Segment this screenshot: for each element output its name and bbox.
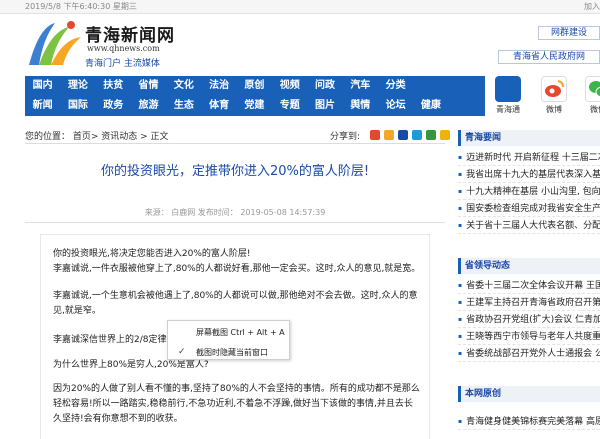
top-status-bar: 2019/5/8 下午6:40:30 星期三 加入 [0, 0, 600, 14]
nav-item[interactable]: 国际 [60, 96, 95, 116]
sidebar-heading-leaders[interactable]: 省领导动态 [458, 258, 600, 274]
app-wechat[interactable]: 微信 [580, 76, 600, 116]
nav-item[interactable]: 生态 [166, 96, 201, 116]
app-qinghaitong[interactable]: 青海通 [490, 76, 526, 116]
nav-item[interactable]: 健康 [413, 96, 448, 116]
hide-window-menu-item[interactable]: 截图时隐藏当前窗口 [196, 347, 268, 358]
wechat-icon [585, 76, 600, 102]
app-label: 青海通 [496, 105, 520, 114]
nav-item[interactable]: 原创 [237, 76, 272, 96]
nav-item[interactable]: 论坛 [378, 96, 413, 116]
nav-item[interactable]: 专题 [272, 96, 307, 116]
site-logo[interactable]: 青海新闻网 www.qhnews.com 青海门户 主流媒体 [25, 17, 215, 73]
breadcrumb-bar: 您的位置： 首页> 资讯动态 > 正文 分享到: [25, 126, 450, 144]
nav-row-2: 新闻 国际 政务 旅游 生态 体育 党建 专题 图片 舆情 论坛 健康 [25, 96, 485, 116]
site-url: www.qhnews.com [87, 44, 160, 53]
share-renren-icon[interactable] [398, 130, 408, 140]
sidebar-leader-item[interactable]: 省委十三届二次全体会议开幕 王国生 [458, 278, 600, 294]
divider [25, 222, 445, 223]
article-paragraph: 李嘉诚说,一件衣服被他穿上了,80%的人都说好看,那他一定会买。这时,众人的意见… [53, 264, 421, 274]
sidebar-heading-news[interactable]: 青海要闻 [458, 130, 600, 146]
breadcrumb[interactable]: 您的位置： 首页> 资讯动态 > 正文 [25, 129, 169, 142]
checkmark-icon: ✓ [178, 347, 186, 357]
date-text: 2019/5/8 下午6:40:30 星期三 [25, 2, 137, 11]
app-weibo[interactable]: 微博 [536, 76, 572, 116]
sidebar-news-item[interactable]: 我省出席十九大的基层代表深入基层 [458, 167, 600, 183]
share-weibo-icon[interactable] [370, 130, 380, 140]
nav-item[interactable]: 法治 [201, 76, 236, 96]
nav-item[interactable]: 分类 [378, 76, 413, 96]
qinghaitong-app-icon [495, 76, 521, 102]
nav-item[interactable]: 问政 [307, 76, 342, 96]
nav-item[interactable]: 汽车 [343, 76, 378, 96]
sidebar-news-item[interactable]: 国安委检查组完成对我省安全生产考 [458, 201, 600, 217]
nav-item[interactable]: 文化 [166, 76, 201, 96]
nav-item[interactable]: 扶贫 [96, 76, 131, 96]
nav-item[interactable]: 图片 [307, 96, 342, 116]
share-qzone-icon[interactable] [384, 130, 394, 140]
nav-item[interactable]: 政务 [96, 96, 131, 116]
article-title: 你的投资眼光，定推带你进入20%的富人阶层! [100, 164, 370, 179]
sidebar-heading-original[interactable]: 本网原创 [458, 386, 600, 402]
main-nav: 国内 理论 扶贫 省情 文化 法治 原创 视频 问政 汽车 分类 新闻 国际 政… [25, 76, 485, 116]
share-wechat-icon[interactable] [426, 130, 436, 140]
share-more-icon[interactable] [440, 130, 450, 140]
article-meta: 来源： 白鹿网 发布时间： 2019-05-08 14:57:39 [144, 208, 326, 217]
sidebar-news-item[interactable]: 十九大精神在基层 小山沟里, 包向党 [458, 184, 600, 200]
nav-item[interactable]: 新闻 [25, 96, 60, 116]
nav-item[interactable]: 党建 [237, 96, 272, 116]
nav-item[interactable]: 理论 [60, 76, 95, 96]
gov-site-link[interactable]: 青海省人民政府网 [498, 50, 600, 64]
sidebar-leader-item[interactable]: 王建军主持召开青海省政府召开第 [458, 295, 600, 311]
nav-item[interactable]: 省情 [131, 76, 166, 96]
nav-item[interactable]: 体育 [201, 96, 236, 116]
logo-graphic-icon [29, 21, 81, 65]
nav-item[interactable]: 旅游 [131, 96, 166, 116]
sidebar-leader-item[interactable]: 省政协召开党组(扩大)会议 仁青加主 [458, 312, 600, 328]
article-paragraph: 因为20%的人做了别人看不懂的事,坚持了80%的人不会坚持的事情。所有的成功都不… [53, 384, 420, 424]
article-paragraph: 为什么世界上80%是穷人,20%是富人? [53, 360, 209, 370]
app-label: 微博 [546, 105, 562, 114]
screenshot-menu-item[interactable]: 屏幕截图 Ctrl + Alt + A [196, 327, 285, 338]
join-link[interactable]: 加入 [584, 1, 600, 12]
site-name: 青海新闻网 [85, 26, 175, 46]
net-build-button[interactable]: 网群建设 [538, 26, 600, 40]
screenshot-context-menu: 屏幕截图 Ctrl + Alt + A ✓ 截图时隐藏当前窗口 [167, 320, 290, 360]
sidebar-leader-item[interactable]: 王晓等西宁市领导与老年人共度重阳 [458, 329, 600, 345]
nav-item[interactable]: 视频 [272, 76, 307, 96]
weibo-icon [541, 76, 567, 102]
sidebar-news-item[interactable]: 迈进新时代 开启新征程 十三届二次 [458, 150, 600, 166]
sidebar-news-item[interactable]: 关于省十三届人大代表名额、分配方案 [458, 218, 600, 234]
share-label: 分享到: [330, 132, 361, 142]
site-slogan: 青海门户 主流媒体 [85, 59, 160, 69]
nav-item[interactable]: 舆情 [343, 96, 378, 116]
app-label: 微信 [590, 105, 600, 114]
article-paragraph: 李嘉诚说,一个生意机会被他遇上了,80%的人都说可以做,那他绝对不会去做。这时,… [53, 291, 418, 316]
nav-item[interactable]: 国内 [25, 76, 60, 96]
share-tweibo-icon[interactable] [412, 130, 422, 140]
sidebar-original-item[interactable]: 青海健身健美锦标赛完美落幕 高原 [458, 414, 600, 430]
nav-row-1: 国内 理论 扶贫 省情 文化 法治 原创 视频 问政 汽车 分类 [25, 76, 485, 96]
article-paragraph: 你的投资眼光,将决定您能否进入20%的富人阶层! [53, 249, 251, 259]
sidebar-leader-item[interactable]: 省委统战部召开党外人士通报会 公 [458, 346, 600, 362]
